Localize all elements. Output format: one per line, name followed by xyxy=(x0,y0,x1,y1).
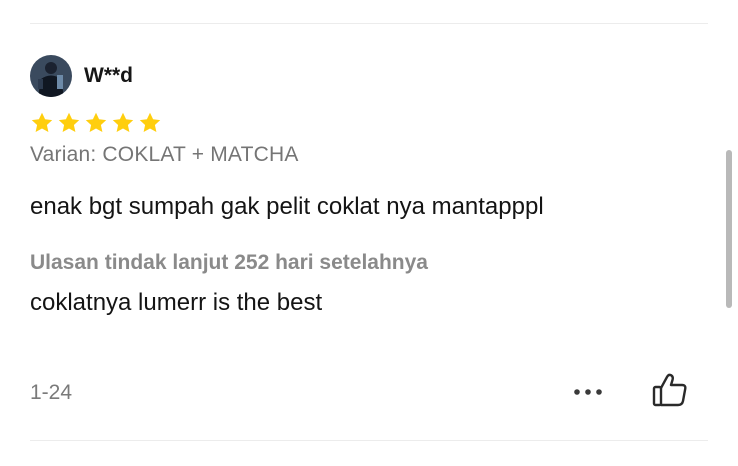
username[interactable]: W**d xyxy=(84,64,133,88)
star-icon xyxy=(138,111,162,135)
rating-stars xyxy=(30,111,710,135)
review-date: 1-24 xyxy=(30,381,73,404)
review-card: W**d Varian: COKLAT + MATCHA enak bgt su… xyxy=(30,54,710,317)
star-icon xyxy=(84,111,108,135)
review-header: W**d xyxy=(30,54,710,98)
scrollbar[interactable] xyxy=(726,150,732,308)
bottom-divider xyxy=(30,440,708,441)
review-text: enak bgt sumpah gak pelit coklat nya man… xyxy=(30,193,544,220)
followup-text: coklatnya lumerr is the best xyxy=(30,289,323,316)
avatar[interactable] xyxy=(30,55,72,97)
star-icon xyxy=(30,111,54,135)
more-dots-icon xyxy=(571,384,605,402)
thumbs-up-icon xyxy=(651,371,689,414)
more-options-button[interactable] xyxy=(568,378,608,408)
star-icon xyxy=(111,111,135,135)
followup-label: Ulasan tindak lanjut 252 hari setelahnya xyxy=(30,251,428,274)
variant-label: Varian: COKLAT + MATCHA xyxy=(30,143,299,166)
like-button[interactable] xyxy=(648,370,692,414)
star-icon xyxy=(57,111,81,135)
top-divider xyxy=(30,23,708,24)
